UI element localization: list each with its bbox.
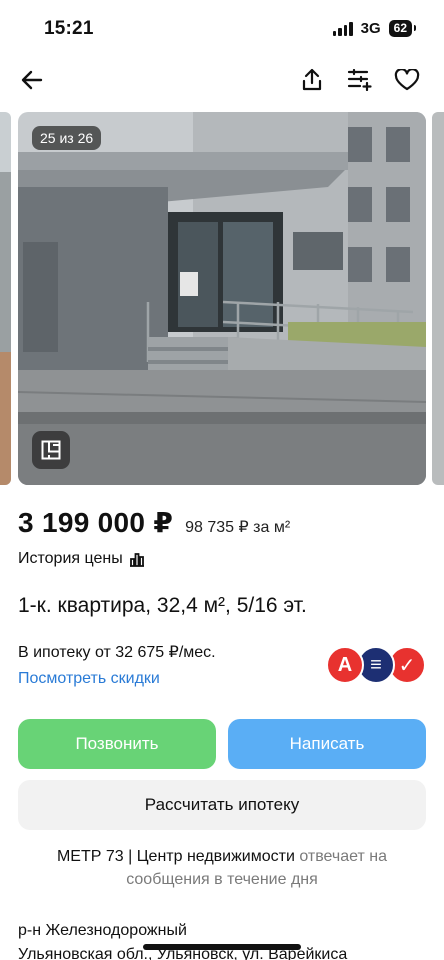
district: р-н Железнодорожный [18, 922, 187, 939]
battery-icon: 62 [388, 20, 417, 37]
seller-name[interactable]: МЕТР 73 | Центр недвижимости [57, 848, 295, 865]
network-type: 3G [360, 20, 381, 37]
status-indicators: 3G 62 [332, 20, 417, 37]
listing-photo[interactable]: 25 из 26 [18, 112, 426, 485]
price-row: 3 199 000 ₽ 98 735 ₽ за м² [18, 506, 290, 539]
share-icon[interactable] [296, 64, 328, 96]
previous-photo[interactable] [0, 112, 11, 485]
building-entrance-image [18, 112, 426, 485]
back-arrow-icon[interactable] [16, 64, 48, 96]
bank-logos[interactable]: А ≡ ✓ [326, 646, 426, 686]
floor-plan-icon[interactable] [32, 431, 70, 469]
next-photo[interactable] [432, 112, 444, 485]
photo-counter: 25 из 26 [32, 126, 102, 150]
price-history-label: История цены [18, 550, 123, 567]
price-per-m2: 98 735 ₽ за м² [185, 519, 291, 536]
nav-bar [0, 58, 444, 102]
mortgage-text: В ипотеку от 32 675 ₽/мес. [18, 644, 216, 661]
home-indicator[interactable] [143, 944, 301, 950]
bar-chart-icon [129, 553, 144, 567]
price: 3 199 000 ₽ [18, 507, 174, 538]
price-history-link[interactable]: История цены [18, 550, 145, 568]
status-bar: 15:21 3G 62 [0, 0, 444, 58]
alfa-bank-logo: А [326, 646, 364, 684]
listing-title: 1-к. квартира, 32,4 м², 5/16 эт. [18, 594, 307, 617]
call-button[interactable]: Позвонить [18, 719, 216, 769]
signal-icon [332, 21, 353, 36]
calc-mortgage-button[interactable]: Рассчитать ипотеку [18, 780, 426, 830]
seller-info: МЕТР 73 | Центр недвижимости отвечает на… [18, 845, 426, 891]
compare-icon[interactable] [344, 64, 376, 96]
mortgage-info: В ипотеку от 32 675 ₽/мес. Посмотреть ск… [18, 642, 216, 688]
status-time: 15:21 [44, 18, 94, 39]
discounts-link[interactable]: Посмотреть скидки [18, 670, 216, 688]
photo-gallery[interactable]: 25 из 26 [0, 112, 444, 485]
write-button[interactable]: Написать [228, 719, 426, 769]
heart-icon[interactable] [391, 64, 423, 96]
